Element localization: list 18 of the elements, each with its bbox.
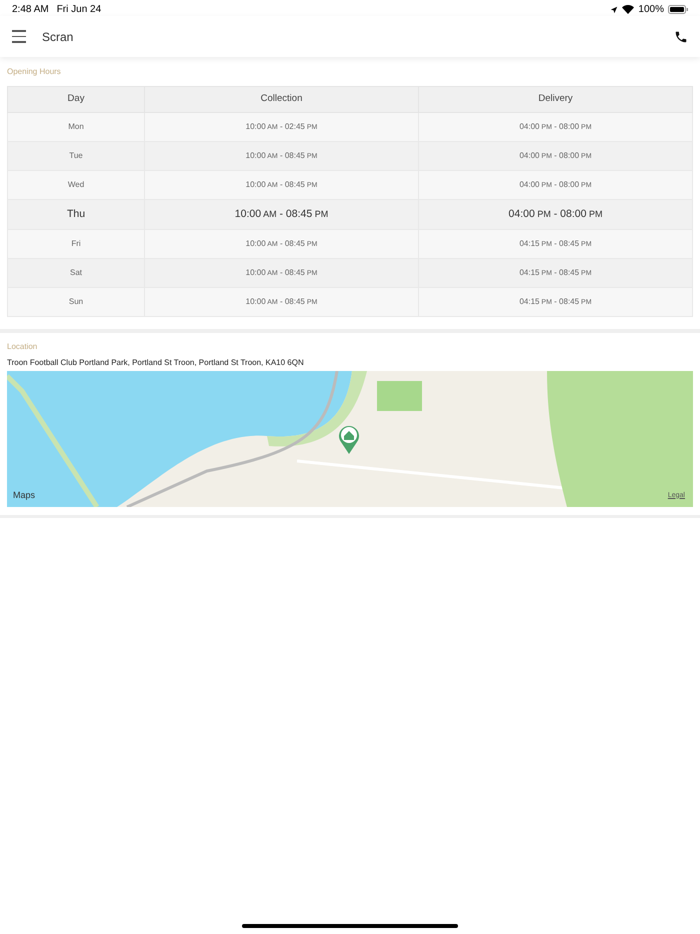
- menu-button[interactable]: [12, 30, 26, 43]
- section-heading: Opening Hours: [7, 66, 62, 78]
- location-arrow-icon: [610, 6, 618, 14]
- status-time: 2:48 AM: [12, 3, 49, 17]
- battery-icon: [668, 5, 688, 14]
- column-header: Collection: [144, 86, 418, 112]
- phone-icon[interactable]: [674, 30, 688, 44]
- day-cell: Sun: [8, 288, 144, 316]
- battery-percent: 100%: [638, 3, 664, 17]
- column-header: Delivery: [418, 86, 692, 112]
- map-attribution: Maps: [13, 488, 36, 502]
- address-text: Troon Football Club Portland Park, Portland St Troon, Portland St Troon, KA10 6QN: [7, 357, 305, 369]
- map-pin-icon: [338, 424, 360, 454]
- status-date: Fri Jun 24: [56, 3, 102, 17]
- wifi-icon: [622, 5, 634, 14]
- app-title: Scran: [42, 28, 74, 46]
- column-header: Day: [8, 86, 144, 112]
- section-heading: Location: [7, 341, 38, 353]
